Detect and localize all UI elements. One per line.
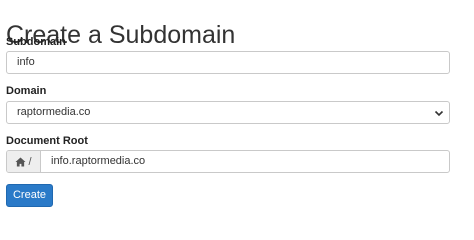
subdomain-label: Subdomain bbox=[6, 36, 66, 48]
document-root-input[interactable]: info.raptormedia.co bbox=[41, 151, 449, 172]
domain-select[interactable]: raptormedia.co bbox=[6, 101, 450, 124]
chevron-down-icon bbox=[434, 110, 444, 117]
document-root-prefix: / bbox=[7, 151, 41, 172]
subdomain-input[interactable]: info bbox=[6, 51, 450, 74]
create-button[interactable]: Create bbox=[6, 184, 53, 207]
domain-label: Domain bbox=[6, 85, 47, 97]
home-icon bbox=[15, 156, 26, 167]
document-root-label: Document Root bbox=[6, 135, 88, 147]
document-root-prefix-slash: / bbox=[28, 155, 32, 168]
document-root-field: / info.raptormedia.co bbox=[6, 150, 450, 173]
domain-selected-value: raptormedia.co bbox=[17, 106, 91, 118]
